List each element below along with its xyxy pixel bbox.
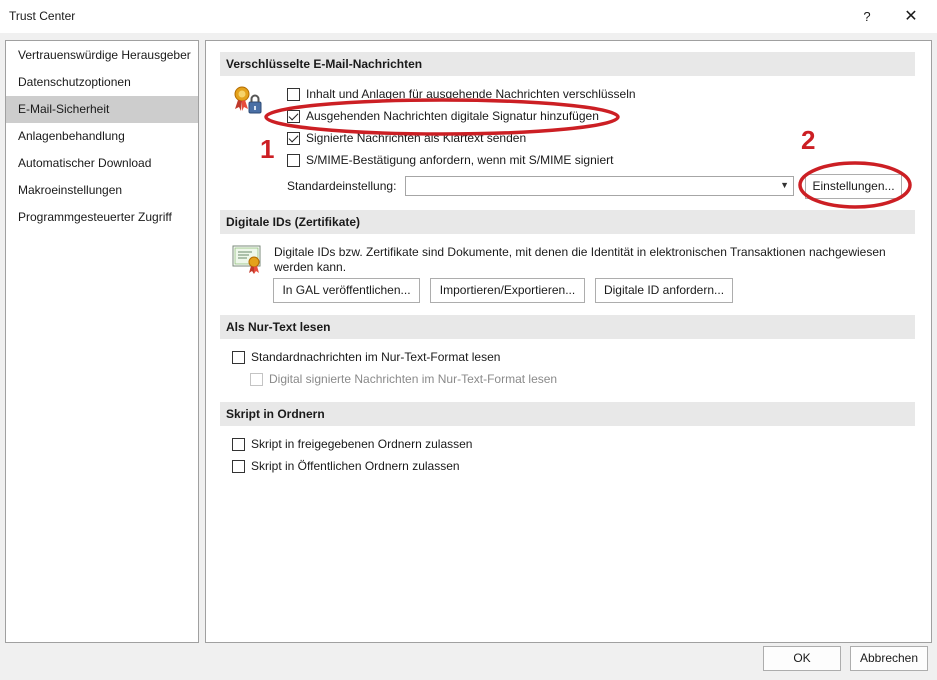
- title-bar: Trust Center ? ✕: [0, 0, 937, 33]
- sidebar-nav: Vertrauenswürdige Herausgeber Datenschut…: [5, 40, 199, 643]
- request-digital-id-button[interactable]: Digitale ID anfordern...: [595, 278, 733, 303]
- checkbox-encrypt-content[interactable]: [287, 88, 300, 101]
- certificate-icon: [232, 243, 264, 275]
- section-header-script: Skript in Ordnern: [220, 402, 915, 426]
- import-export-button[interactable]: Importieren/Exportieren...: [430, 278, 585, 303]
- checkbox-read-standard-plaintext[interactable]: [232, 351, 245, 364]
- sidebar-item-automatic-download[interactable]: Automatischer Download: [6, 150, 198, 177]
- checkbox-send-cleartext[interactable]: [287, 132, 300, 145]
- checkbox-script-shared-folders[interactable]: [232, 438, 245, 451]
- section-header-digital-ids: Digitale IDs (Zertifikate): [220, 210, 915, 234]
- checkbox-read-signed-plaintext: [250, 373, 263, 386]
- digital-ids-description: Digitale IDs bzw. Zertifikate sind Dokum…: [274, 245, 886, 274]
- settings-button[interactable]: Einstellungen...: [805, 174, 902, 199]
- sidebar-item-trusted-publishers[interactable]: Vertrauenswürdige Herausgeber: [6, 42, 198, 69]
- checkbox-request-smime-receipt[interactable]: [287, 154, 300, 167]
- section-header-encrypted: Verschlüsselte E-Mail-Nachrichten: [220, 52, 915, 76]
- chevron-down-icon: ▼: [780, 180, 789, 190]
- section-header-plaintext: Als Nur-Text lesen: [220, 315, 915, 339]
- sidebar-item-privacy-options[interactable]: Datenschutzoptionen: [6, 69, 198, 96]
- sidebar-item-macro-settings[interactable]: Makroeinstellungen: [6, 177, 198, 204]
- sidebar-item-attachment-handling[interactable]: Anlagenbehandlung: [6, 123, 198, 150]
- annotation-number-1: 1: [260, 134, 275, 164]
- checkbox-script-public-folders[interactable]: [232, 460, 245, 473]
- sidebar-item-programmatic-access[interactable]: Programmgesteuerter Zugriff: [6, 204, 198, 231]
- default-setting-label: Standardeinstellung:: [287, 179, 397, 193]
- annotation-number-2: 2: [801, 125, 816, 155]
- checkbox-add-digital-signature[interactable]: [287, 110, 300, 123]
- help-button[interactable]: ?: [845, 0, 889, 33]
- sidebar-item-email-security[interactable]: E-Mail-Sicherheit: [6, 96, 198, 123]
- window-title: Trust Center: [9, 9, 76, 23]
- main-panel: Verschlüsselte E-Mail-Nachrichten Inhalt…: [205, 40, 932, 643]
- certificate-lock-icon: [232, 85, 264, 117]
- publish-to-gal-button[interactable]: In GAL veröffentlichen...: [273, 278, 420, 303]
- ok-button[interactable]: OK: [763, 646, 841, 671]
- cancel-button[interactable]: Abbrechen: [850, 646, 928, 671]
- default-setting-select[interactable]: ▼: [405, 176, 794, 196]
- close-button[interactable]: ✕: [889, 0, 933, 33]
